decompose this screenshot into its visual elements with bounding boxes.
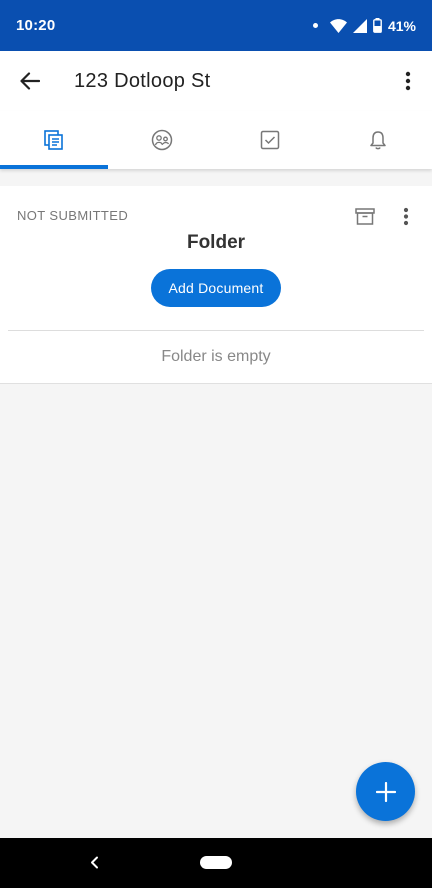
add-document-button[interactable]: Add Document xyxy=(151,269,281,307)
battery-icon xyxy=(373,18,382,33)
status-time: 10:20 xyxy=(16,17,56,34)
archive-button[interactable] xyxy=(352,203,378,229)
chevron-left-icon xyxy=(90,856,98,868)
archive-icon xyxy=(355,207,375,225)
tab-bar xyxy=(0,111,432,169)
battery-percent: 41% xyxy=(387,17,416,34)
documents-icon xyxy=(44,130,63,150)
page-title: 123 Dotloop St xyxy=(74,69,211,92)
arrow-left-icon xyxy=(20,72,40,90)
plus-icon xyxy=(375,781,396,802)
tab-people[interactable] xyxy=(108,111,216,169)
system-home-button[interactable] xyxy=(200,856,232,869)
system-back-button[interactable] xyxy=(82,850,106,874)
empty-state-message: Folder is empty xyxy=(161,348,271,365)
folder-card: NOT SUBMITTED Folder Add Document Folder… xyxy=(0,186,432,384)
tab-documents[interactable] xyxy=(0,111,108,169)
tab-tasks[interactable] xyxy=(216,111,324,169)
bell-icon xyxy=(370,131,386,150)
divider xyxy=(8,330,424,331)
more-vert-icon xyxy=(403,207,409,225)
system-nav-bar xyxy=(0,838,432,888)
signal-icon xyxy=(352,18,367,33)
folder-status-label: NOT SUBMITTED xyxy=(17,208,129,223)
folder-title: Folder xyxy=(186,232,246,253)
app-bar: 123 Dotloop St xyxy=(0,51,432,111)
overflow-menu-button[interactable] xyxy=(384,51,432,111)
status-icons: 41% xyxy=(312,17,416,34)
wifi-icon xyxy=(329,18,347,33)
add-fab-button[interactable] xyxy=(356,762,415,821)
folder-menu-button[interactable] xyxy=(394,202,418,230)
tab-notifications[interactable] xyxy=(324,111,432,169)
notification-dot-icon xyxy=(312,23,318,28)
back-button[interactable] xyxy=(0,51,60,111)
people-icon xyxy=(151,129,173,151)
more-vert-icon xyxy=(405,71,411,91)
tasks-icon xyxy=(260,130,280,150)
status-bar: 10:20 41% xyxy=(0,0,432,51)
